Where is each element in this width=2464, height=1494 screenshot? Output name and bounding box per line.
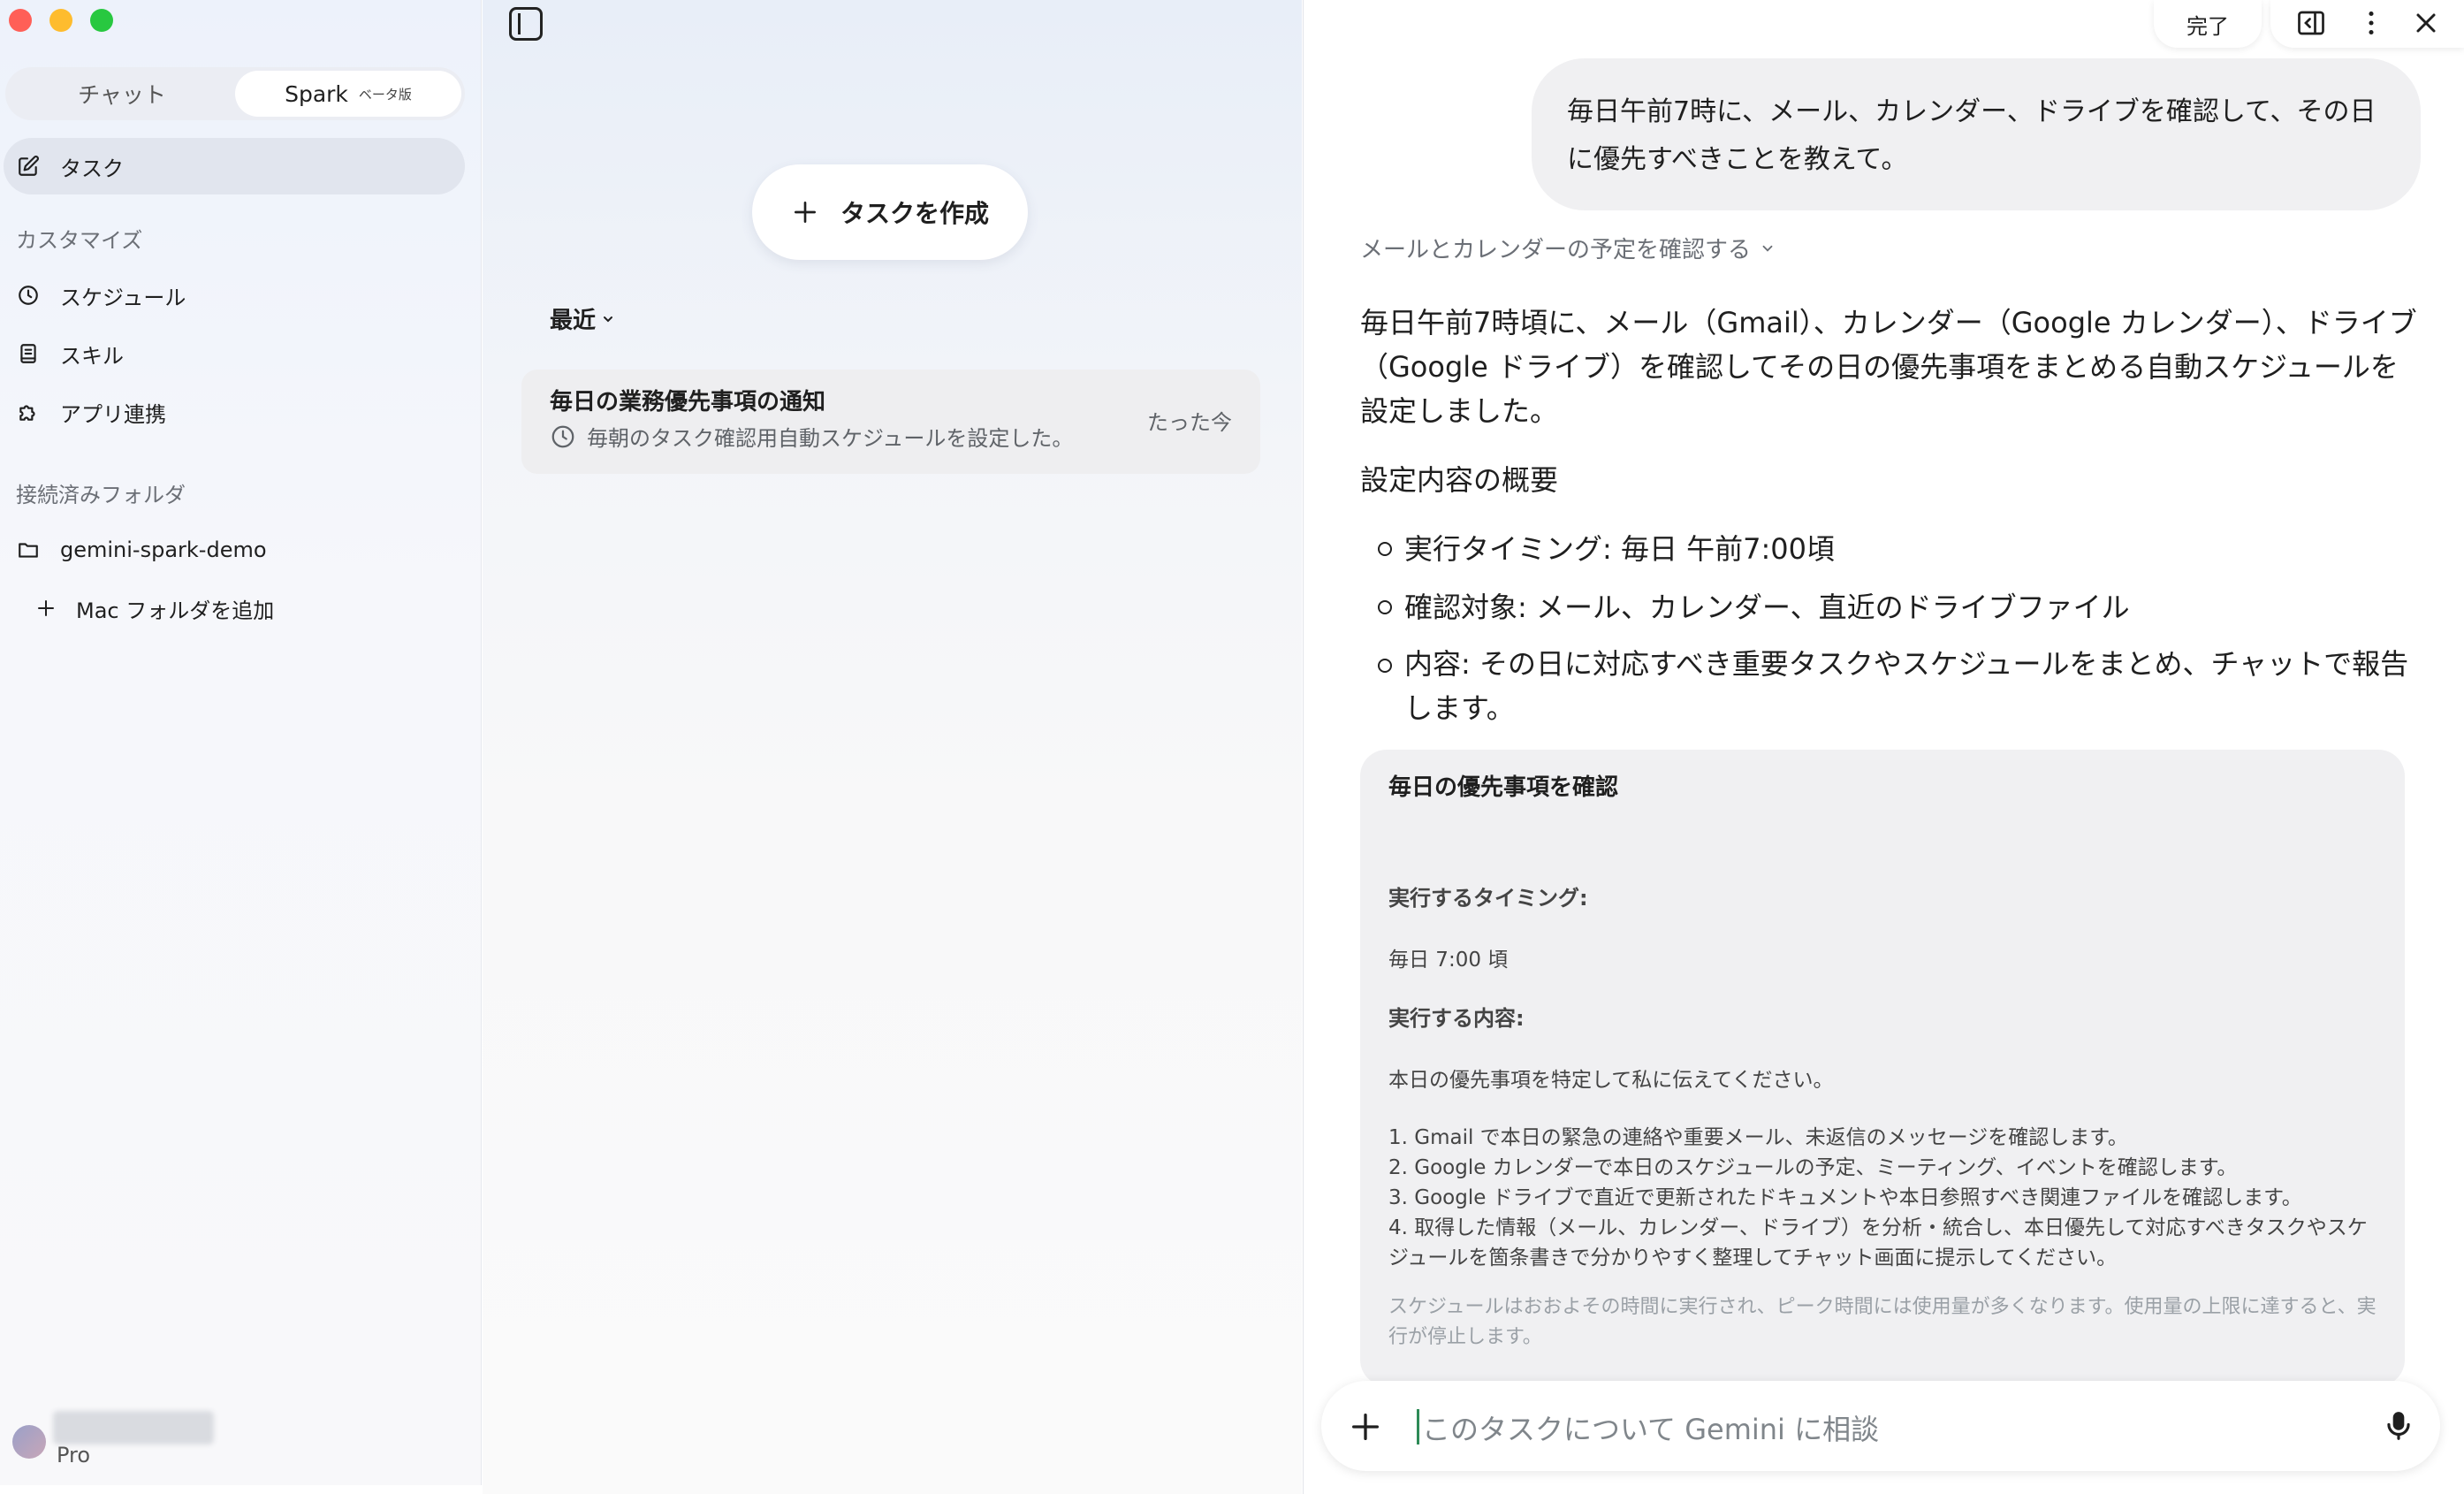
sidebar-item-schedule[interactable]: スケジュール: [4, 267, 465, 324]
content-intro: 本日の優先事項を特定して私に伝えてください。: [1388, 1069, 1834, 1092]
summary-heading: 設定内容の概要: [1360, 463, 1559, 497]
done-label: 完了: [2186, 13, 2229, 39]
task-title: 毎日の業務優先事項の通知: [550, 389, 826, 415]
book-icon: [16, 341, 41, 366]
content-steps: 1. Gmail で本日の緊急の連絡や重要メール、未返信のメッセージを確認します…: [1388, 1123, 2378, 1273]
close-icon[interactable]: [2410, 7, 2442, 39]
task-subtitle-row: 毎朝のタスク確認用自動スケジュールを設定した。: [550, 421, 1073, 452]
summary-bullet: 確認対象: メール、カレンダー、直近のドライブファイル: [1404, 591, 2130, 624]
folder-name: gemini-spark-demo: [60, 537, 267, 562]
chat-panel: 完了 毎日午前7時に、メール、カレンダー、ドライブを確認して、その日に優先すべき…: [1303, 0, 2464, 1494]
clock-icon: [550, 423, 576, 450]
mode-switcher: チャット Spark ベータ版: [5, 67, 465, 120]
schedule-note: スケジュールはおおよその時間に実行され、ピーク時間には使用量が多くなります。使用…: [1388, 1296, 2377, 1348]
answer-paragraph: 毎日午前7時頃に、メール（Gmail）、カレンダー（Google カレンダー）、…: [1360, 306, 2417, 428]
create-task-button[interactable]: タスクを作成: [752, 164, 1028, 260]
bullet-marker: [1378, 659, 1392, 673]
sidebar: チャット Spark ベータ版 タスク カスタマイズ スケジュール スキル アプ…: [0, 0, 482, 1485]
tab-spark[interactable]: Spark ベータ版: [235, 71, 461, 117]
user-message: 毎日午前7時に、メール、カレンダー、ドライブを確認して、その日に優先すべきことを…: [1532, 58, 2421, 210]
chat-composer: このタスクについて Gemini に相談: [1321, 1381, 2440, 1471]
sidebar-item-label: スケジュール: [60, 285, 186, 310]
sidebar-item-label: アプリ連携: [60, 401, 166, 427]
plan-card-title: 毎日の優先事項を確認: [1388, 774, 1619, 801]
edit-icon: [16, 154, 41, 179]
beta-badge: ベータ版: [358, 86, 412, 103]
create-task-label: タスクを作成: [840, 199, 989, 228]
content-step: 2. Google カレンダーで本日のスケジュールの予定、ミーティング、イベント…: [1388, 1156, 2238, 1179]
content-step: 4. 取得した情報（メール、カレンダー、ドライブ）を分析・統合し、本日優先して対…: [1388, 1216, 2368, 1269]
timing-value: 毎日 7:00 頃: [1388, 949, 1509, 972]
timing-label: 実行するタイミング:: [1388, 886, 1588, 911]
recent-filter-label: 最近: [550, 308, 597, 334]
sidebar-item-tasks[interactable]: タスク: [4, 138, 465, 194]
section-customize-label: カスタマイズ: [16, 228, 143, 253]
schedule-plan-card: 毎日の優先事項を確認 実行するタイミング: 毎日 7:00 頃 実行する内容: …: [1360, 750, 2405, 1386]
avatar[interactable]: [12, 1425, 46, 1459]
bullet-marker: [1378, 600, 1392, 614]
task-subtitle: 毎朝のタスク確認用自動スケジュールを設定した。: [587, 426, 1074, 451]
summary-bullet: 内容: その日に対応すべき重要タスクやスケジュールをまとめ、チャットで報告します…: [1404, 647, 2409, 725]
sidebar-item-label: スキル: [60, 343, 124, 369]
window-maximize-button[interactable]: [90, 9, 113, 32]
task-list-panel: タスクを作成 最近 毎日の業務優先事項の通知 毎朝のタスク確認用自動スケジュール…: [483, 0, 1315, 1494]
content-step: 1. Gmail で本日の緊急の連絡や重要メール、未返信のメッセージを確認します…: [1388, 1126, 2128, 1149]
sidebar-toggle-icon[interactable]: [509, 7, 543, 41]
content-step: 3. Google ドライブで直近で更新されたドキュメントや本日参照すべき関連フ…: [1388, 1186, 2302, 1209]
sidebar-item-label: タスク: [60, 156, 124, 181]
thinking-toggle[interactable]: メールとカレンダーの予定を確認する: [1360, 232, 1776, 264]
add-attachment-button[interactable]: [1348, 1409, 1383, 1444]
chevron-down-icon: [1760, 240, 1776, 256]
folder-icon: [16, 537, 41, 562]
plus-icon: [791, 198, 819, 226]
done-button[interactable]: 完了: [2154, 0, 2262, 48]
chevron-down-icon: [601, 312, 615, 326]
clock-icon: [16, 283, 41, 308]
section-folders-label: 接続済みフォルダ: [16, 483, 186, 507]
add-folder-label: Mac フォルダを追加: [76, 598, 275, 623]
tab-chat-label: チャット: [78, 82, 166, 108]
plus-icon: [34, 596, 58, 621]
tab-spark-label: Spark: [285, 80, 348, 107]
task-time: たった今: [1147, 410, 1232, 435]
tab-chat[interactable]: チャット: [9, 71, 235, 117]
user-plan: Pro: [57, 1443, 91, 1467]
sidebar-item-folder[interactable]: gemini-spark-demo: [4, 522, 465, 578]
recent-filter-dropdown[interactable]: 最近: [550, 302, 615, 335]
add-folder-button[interactable]: Mac フォルダを追加: [4, 580, 465, 636]
summary-bullet: 実行タイミング: 毎日 午前7:00頃: [1404, 532, 1835, 566]
text-caret: [1417, 1409, 1419, 1444]
window-minimize-button[interactable]: [49, 9, 72, 32]
thinking-label: メールとカレンダーの予定を確認する: [1360, 237, 1752, 263]
chat-input[interactable]: このタスクについて Gemini に相談: [1422, 1407, 1879, 1448]
window-close-button[interactable]: [9, 9, 32, 32]
task-list-item[interactable]: 毎日の業務優先事項の通知 毎朝のタスク確認用自動スケジュールを設定した。 たった…: [521, 370, 1260, 474]
content-label: 実行する内容:: [1388, 1006, 1525, 1031]
sidebar-item-skills[interactable]: スキル: [4, 325, 465, 382]
topbar-actions: [2270, 0, 2464, 48]
more-vertical-icon[interactable]: [2355, 7, 2387, 39]
user-name-redacted: [53, 1411, 214, 1444]
split-view-icon[interactable]: [2295, 7, 2327, 39]
puzzle-icon: [16, 400, 41, 424]
bullet-marker: [1378, 542, 1392, 556]
microphone-icon[interactable]: [2382, 1409, 2415, 1443]
sidebar-item-app-integration[interactable]: アプリ連携: [4, 384, 465, 440]
